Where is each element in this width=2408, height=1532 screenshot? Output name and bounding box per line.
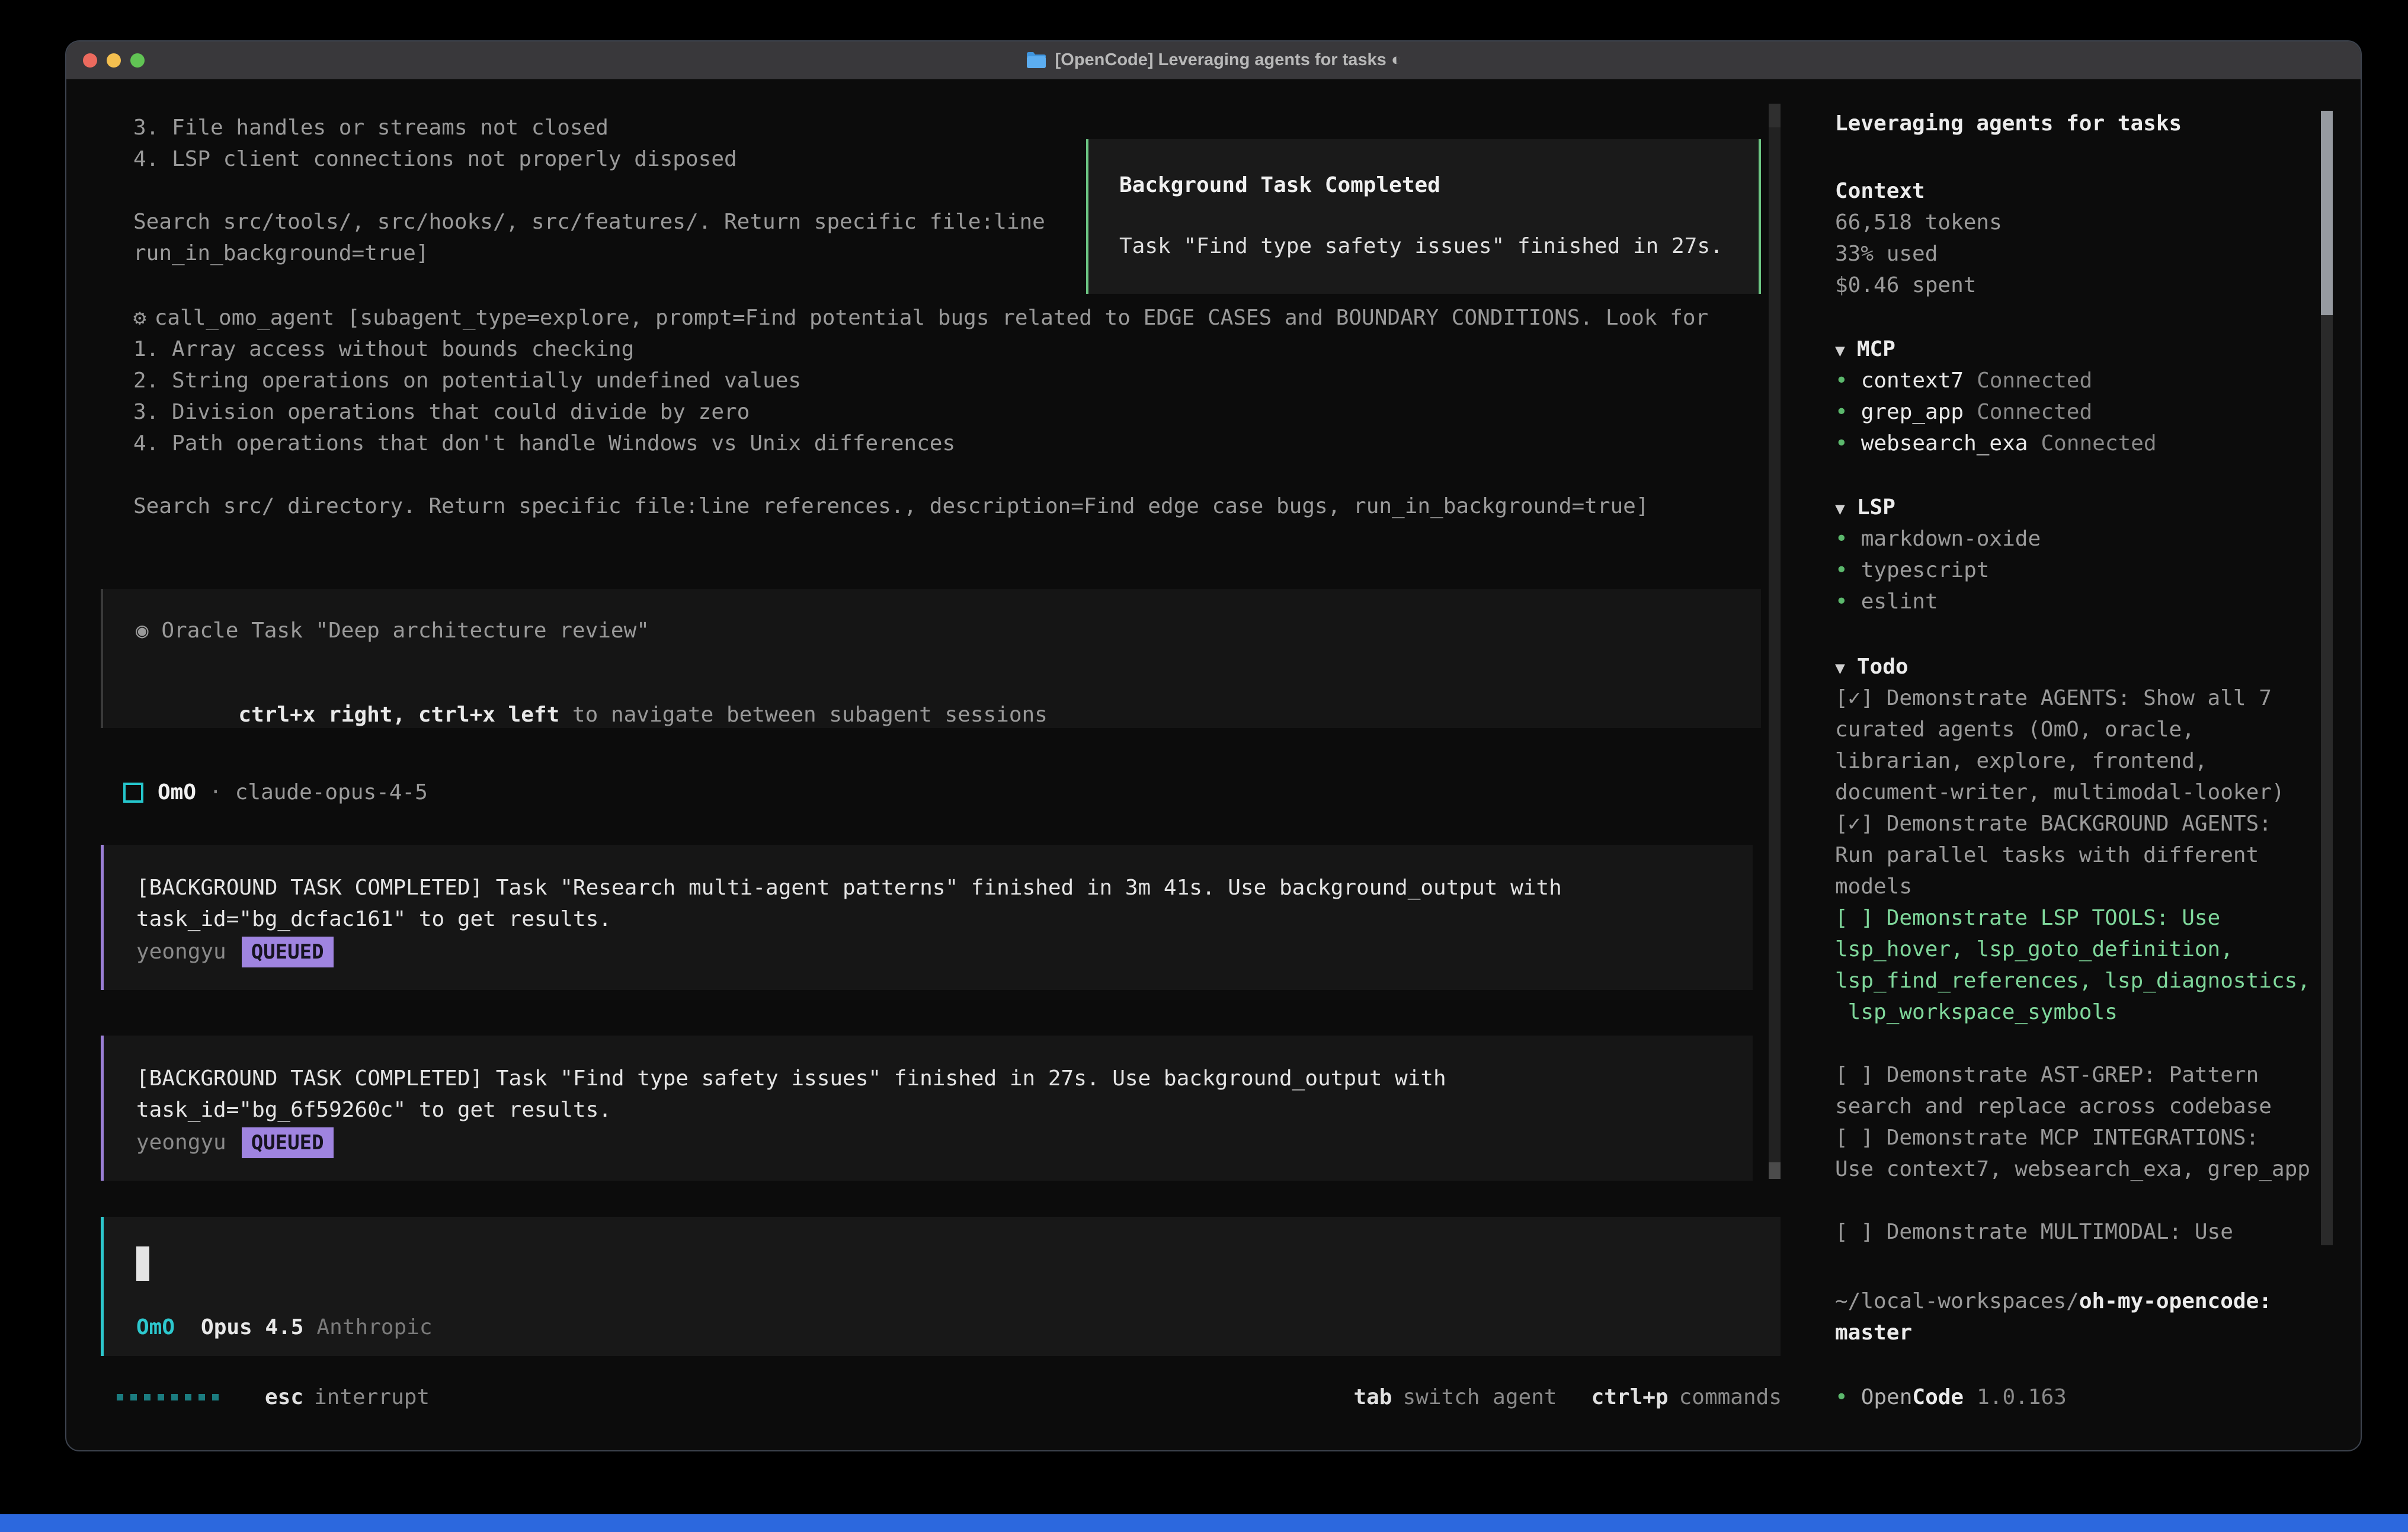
lsp-section: ▼ LSP •markdown-oxide •typescript •eslint (1835, 492, 2333, 617)
workspace-line: ~/local-workspaces/oh-my-opencode: (1835, 1286, 2333, 1317)
esc-key-label: interrupt (314, 1385, 430, 1409)
oracle-navigation-hint: ctrl+x right, ctrl+x left to navigate be… (136, 678, 1761, 751)
input-agent-name: OmO (136, 1315, 175, 1339)
status-left: esc interrupt (117, 1385, 430, 1409)
sidebar-scrollbar[interactable] (2321, 111, 2333, 1245)
tool-call-block: ⚙ call_omo_agent [subagent_type=explore, … (133, 302, 1708, 522)
mcp-item: •context7Connected (1835, 365, 2333, 396)
input-model-name: Opus 4.5 (201, 1315, 303, 1339)
text-cursor (136, 1246, 149, 1281)
terminal-body: 3. File handles or streams not closed4. … (66, 80, 2361, 1450)
desktop: { "window": { "title": "[OpenCode] Lever… (0, 0, 2408, 1532)
context-heading: Context (1835, 175, 2333, 207)
main-scrollbar[interactable] (1769, 104, 1781, 1179)
toast-title: Background Task Completed (1119, 174, 1728, 197)
transcript-top-lines: 3. File handles or streams not closed4. … (133, 112, 1045, 269)
ctrlp-key-hint: ctrl+p (1592, 1385, 1669, 1409)
tool-call-first-line: ⚙ call_omo_agent [subagent_type=explore, … (133, 302, 1708, 334)
agent-name: OmO (158, 780, 196, 805)
status-bar: esc interrupt tab switch agent ctrl+p co… (117, 1382, 1782, 1413)
task-user: yeongyu (136, 1130, 226, 1155)
mcp-section-header[interactable]: ▼ MCP (1835, 334, 2333, 365)
minimize-button[interactable] (107, 53, 121, 68)
bullet-icon: • (1835, 1382, 1848, 1413)
progress-spinner (117, 1394, 219, 1400)
oracle-hint-text: to navigate between subagent sessions (559, 703, 1048, 727)
tool-call-text: call_omo_agent [subagent_type=explore, p… (155, 306, 1709, 330)
esc-key-hint: esc (265, 1385, 303, 1409)
agent-separator: · (209, 780, 222, 805)
lsp-item: •eslint (1835, 586, 2333, 617)
close-button[interactable] (83, 53, 97, 68)
status-right: tab switch agent ctrl+p commands (1353, 1385, 1782, 1409)
oracle-task-card: ◉ Oracle Task "Deep architecture review"… (101, 589, 1761, 728)
ctrlp-key-label: commands (1679, 1385, 1782, 1409)
tool-call-rest-lines: 1. Array access without bounds checking2… (133, 334, 1708, 522)
tab-key-label: switch agent (1402, 1385, 1557, 1409)
bullet-icon: • (1835, 555, 1848, 586)
mcp-item: •grep_appConnected (1835, 396, 2333, 428)
bullet-icon: • (1835, 523, 1848, 555)
input-meta: OmO Opus 4.5 Anthropic (136, 1315, 433, 1339)
task-message-line1: [BACKGROUND TASK COMPLETED] Task "Resear… (136, 872, 1720, 903)
workspace-branch: master (1835, 1317, 2333, 1348)
sidebar-scrollbar-thumb[interactable] (2321, 111, 2333, 315)
sidebar-title: Leveraging agents for tasks (1835, 111, 2182, 136)
todo-list: [✓] Demonstrate AGENTS: Show all 7curate… (1835, 682, 2333, 1248)
window-title: [OpenCode] Leveraging agents for tasks ◐ (1026, 50, 1402, 70)
mcp-heading: MCP (1857, 337, 1895, 361)
chevron-down-icon: ▼ (1835, 658, 1845, 678)
task-message-line2: task_id="bg_6f59260c" to get results. (136, 1094, 1720, 1126)
version-section: •OpenCode1.0.163 (1835, 1382, 2333, 1413)
agent-square-icon (123, 783, 143, 803)
status-badge: QUEUED (242, 1127, 334, 1158)
agent-model: claude-opus-4-5 (235, 780, 428, 805)
task-message-line1: [BACKGROUND TASK COMPLETED] Task "Find t… (136, 1063, 1720, 1094)
folder-icon (1026, 52, 1047, 69)
todo-heading: Todo (1857, 655, 1909, 679)
window-title-text: [OpenCode] Leveraging agents for tasks ◐ (1055, 50, 1402, 70)
agent-header: OmO · claude-opus-4-5 (123, 780, 428, 805)
window-titlebar: [OpenCode] Leveraging agents for tasks ◐ (66, 41, 2361, 79)
mcp-section: ▼ MCP •context7Connected •grep_appConnect… (1835, 334, 2333, 459)
background-task-card-2: [BACKGROUND TASK COMPLETED] Task "Find t… (101, 1036, 1753, 1181)
task-message-line2: task_id="bg_dcfac161" to get results. (136, 903, 1720, 935)
bullet-icon: • (1835, 428, 1848, 459)
oracle-hint-keys: ctrl+x right, ctrl+x left (238, 703, 559, 727)
terminal-window: [OpenCode] Leveraging agents for tasks ◐… (65, 40, 2362, 1451)
workspace-path: ~/local-workspaces/oh-my-opencode: maste… (1835, 1286, 2333, 1348)
traffic-lights (83, 41, 145, 79)
desktop-bottom-strip (0, 1514, 2408, 1532)
chevron-down-icon: ▼ (1835, 341, 1845, 360)
bullet-icon: • (1835, 586, 1848, 617)
lsp-item: •markdown-oxide (1835, 523, 2333, 555)
status-badge: QUEUED (242, 937, 334, 967)
prompt-input[interactable]: OmO Opus 4.5 Anthropic (101, 1217, 1781, 1356)
lsp-section-header[interactable]: ▼ LSP (1835, 492, 2333, 523)
background-task-card-1: [BACKGROUND TASK COMPLETED] Task "Resear… (101, 845, 1753, 990)
bullet-icon: • (1835, 396, 1848, 428)
oracle-task-title: ◉ Oracle Task "Deep architecture review" (136, 615, 1761, 646)
bullet-icon: • (1835, 365, 1848, 396)
mcp-item: •websearch_exaConnected (1835, 428, 2333, 459)
background-task-toast[interactable]: Background Task Completed Task "Find typ… (1086, 139, 1761, 294)
lsp-item: •typescript (1835, 555, 2333, 586)
gear-icon: ⚙ (133, 306, 146, 330)
lsp-heading: LSP (1857, 495, 1895, 520)
version-line: •OpenCode1.0.163 (1835, 1382, 2333, 1413)
input-provider-name: Anthropic (316, 1315, 432, 1339)
zoom-button[interactable] (130, 53, 145, 68)
todo-section-header[interactable]: ▼ Todo (1835, 651, 2333, 682)
context-section: Context 66,518 tokens33% used$0.46 spent (1835, 175, 2333, 301)
chevron-down-icon: ▼ (1835, 499, 1845, 518)
context-stats: 66,518 tokens33% used$0.46 spent (1835, 207, 2333, 301)
tab-key-hint: tab (1353, 1385, 1392, 1409)
toast-body: Task "Find type safety issues" finished … (1119, 235, 1728, 258)
task-user: yeongyu (136, 940, 226, 964)
main-scrollbar-thumb[interactable] (1769, 1162, 1781, 1179)
todo-section: ▼ Todo [✓] Demonstrate AGENTS: Show all 7… (1835, 651, 2333, 1248)
